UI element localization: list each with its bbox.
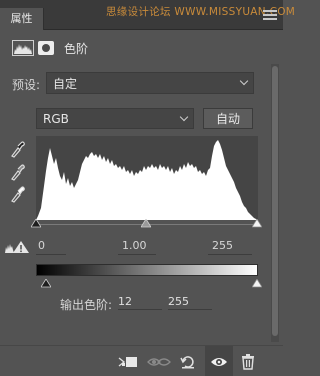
input-white-value[interactable]: 255	[212, 239, 233, 252]
delete-trash-icon[interactable]	[234, 346, 262, 376]
scrollbar-thumb[interactable]	[272, 66, 278, 336]
output-white-field[interactable]: 255	[168, 294, 212, 310]
levels-histogram-icon	[12, 40, 34, 56]
preset-value: 自定	[53, 76, 78, 91]
channel-select[interactable]: RGB	[36, 108, 194, 129]
gray-point-eyedropper-icon[interactable]	[9, 163, 25, 181]
preset-select[interactable]: 自定	[46, 72, 254, 94]
panel-scrollbar[interactable]	[271, 64, 279, 342]
clip-to-layer-icon[interactable]	[114, 346, 142, 376]
panel-titlebar: 属性 思缘设计论坛 WWW.MISSYUAN.COM	[0, 0, 295, 30]
chevron-down-icon	[179, 112, 189, 121]
input-black-value[interactable]: 0	[38, 239, 45, 252]
input-gamma-slider[interactable]	[141, 219, 151, 228]
output-black-field[interactable]: 12	[118, 294, 162, 310]
panel-menu-icon[interactable]	[263, 10, 277, 20]
histogram	[36, 136, 258, 220]
output-gradient-bar	[36, 264, 258, 276]
adjustment-title: 色阶	[64, 42, 89, 56]
clipping-warning-icon[interactable]	[4, 240, 30, 254]
reset-icon[interactable]	[174, 346, 202, 376]
output-levels-label: 输出色阶:	[60, 298, 113, 312]
chevron-down-icon	[239, 76, 249, 86]
input-white-underline	[208, 254, 252, 255]
input-black-underline	[36, 254, 66, 255]
input-gamma-value[interactable]: 1.00	[122, 239, 147, 252]
output-white-slider[interactable]	[252, 279, 262, 288]
layer-mask-icon[interactable]	[38, 41, 54, 55]
panel-footer	[0, 345, 283, 376]
tab-properties[interactable]: 属性	[0, 8, 44, 30]
input-black-slider[interactable]	[31, 219, 41, 228]
histogram-graph	[36, 140, 258, 220]
auto-button[interactable]: 自动	[203, 108, 253, 129]
black-point-eyedropper-icon[interactable]	[9, 140, 25, 158]
input-white-slider[interactable]	[252, 219, 262, 228]
preset-label: 预设:	[12, 78, 41, 92]
channel-value: RGB	[43, 111, 69, 126]
view-previous-state-icon[interactable]	[145, 346, 173, 376]
white-point-eyedropper-icon[interactable]	[9, 185, 25, 203]
output-black-slider[interactable]	[41, 279, 51, 288]
input-gamma-underline	[118, 254, 156, 255]
visibility-eye-icon[interactable]	[205, 346, 233, 376]
